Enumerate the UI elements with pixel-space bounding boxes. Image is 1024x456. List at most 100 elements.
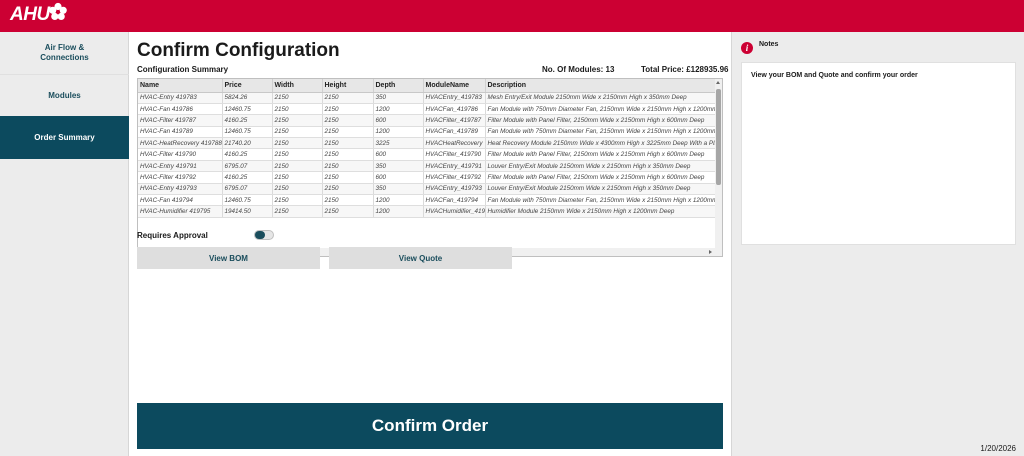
cell-name: HVAC-Entry 419783 <box>138 92 223 104</box>
cell-height: 2150 <box>322 171 374 184</box>
sidebar-item-label: Order Summary <box>34 132 95 142</box>
logo-text: AHU <box>10 4 50 25</box>
info-icon: i <box>741 42 753 54</box>
cell-module-name: HVACFan_419789 <box>423 126 486 139</box>
sidebar-item-order-summary[interactable]: Order Summary <box>0 116 129 159</box>
notes-box: View your BOM and Quote and confirm your… <box>741 62 1016 245</box>
cell-width: 2150 <box>272 137 323 150</box>
cell-description: Fan Module with 750mm Diameter Fan, 2150… <box>485 194 718 207</box>
table-row[interactable]: HVAC-Fan 419786 12460.75 2150 2150 1200 HVACF… <box>138 103 718 116</box>
sidebar-item-label: Air Flow & Connections <box>40 43 89 62</box>
table-row[interactable]: HVAC-Entry 419783 5824.26 2150 2150 350 HVACE… <box>138 92 718 104</box>
configuration-table: Name Price Width Height Depth ModuleName… <box>137 78 723 257</box>
date-label: 1/20/2026 <box>980 444 1016 453</box>
cell-width: 2150 <box>272 194 323 207</box>
notes-pane: i Notes View your BOM and Quote and conf… <box>731 32 1024 456</box>
cell-depth: 600 <box>373 171 424 184</box>
cell-module-name: HVACHumidifier_419795 <box>423 205 486 218</box>
cell-name: HVAC-Fan 419786 <box>138 103 223 116</box>
confirm-order-button[interactable]: Confirm Order <box>137 403 723 449</box>
cell-height: 2150 <box>322 137 374 150</box>
cell-depth: 1200 <box>373 194 424 207</box>
cell-module-name: HVACFan_419794 <box>423 194 486 207</box>
cell-description: Fan Module with 750mm Diameter Fan, 2150… <box>485 103 718 116</box>
sidebar-item-modules[interactable]: Modules <box>0 74 129 116</box>
sidebar-item-air-flow-connections[interactable]: Air Flow & Connections <box>0 32 129 74</box>
cell-name: HVAC-Filter 419790 <box>138 148 223 161</box>
flower-logo-icon <box>49 2 67 20</box>
cell-height: 2150 <box>322 183 374 196</box>
cell-module-name: HVACEntry_419791 <box>423 160 486 173</box>
cell-price: 12460.75 <box>222 126 273 139</box>
ahu-logo[interactable]: AHU <box>10 4 50 26</box>
table-row[interactable]: HVAC-Filter 419790 4160.25 2150 2150 600 HVAC… <box>138 148 718 161</box>
cell-name: HVAC-Filter 419787 <box>138 114 223 127</box>
cell-depth: 600 <box>373 148 424 161</box>
main-content: Confirm Configuration Configuration Summ… <box>130 32 730 456</box>
cell-name: HVAC-HeatRecovery 419788 <box>138 137 223 150</box>
scroll-up-arrow-icon[interactable] <box>716 81 720 84</box>
cell-module-name: HVACFan_419786 <box>423 103 486 116</box>
column-header-name[interactable]: Name <box>138 79 223 93</box>
cell-price: 4160.25 <box>222 148 273 161</box>
column-header-width[interactable]: Width <box>272 79 323 93</box>
page-title: Confirm Configuration <box>137 40 340 61</box>
cell-price: 12460.75 <box>222 194 273 207</box>
scroll-right-arrow-icon[interactable] <box>709 250 712 254</box>
cell-module-name: HVACHeatRecovery <box>423 137 486 150</box>
cell-depth: 600 <box>373 114 424 127</box>
column-header-module-name[interactable]: ModuleName <box>423 79 486 93</box>
configuration-summary-label: Configuration Summary <box>137 65 229 74</box>
column-header-description[interactable]: Description <box>485 79 718 93</box>
cell-depth: 1200 <box>373 103 424 116</box>
view-quote-button[interactable]: View Quote <box>329 247 512 269</box>
table-row[interactable]: HVAC-Fan 419794 12460.75 2150 2150 1200 HVACF… <box>138 194 718 207</box>
cell-width: 2150 <box>272 126 323 139</box>
cell-name: HVAC-Entry 419793 <box>138 183 223 196</box>
cell-module-name: HVACFilter_419792 <box>423 171 486 184</box>
cell-name: HVAC-Fan 419794 <box>138 194 223 207</box>
column-header-height[interactable]: Height <box>322 79 374 93</box>
table-row[interactable]: HVAC-Entry 419791 6795.07 2150 2150 350 HVACE… <box>138 160 718 173</box>
cell-price: 4160.25 <box>222 114 273 127</box>
cell-description: Filter Module with Panel Filter, 2150mm … <box>485 148 718 161</box>
cell-price: 5824.26 <box>222 92 273 104</box>
cell-price: 21740.20 <box>222 137 273 150</box>
cell-height: 2150 <box>322 126 374 139</box>
cell-description: Mesh Entry/Exit Module 2150mm Wide x 215… <box>485 92 718 104</box>
cell-depth: 350 <box>373 183 424 196</box>
cell-price: 19414.50 <box>222 205 273 218</box>
cell-height: 2150 <box>322 114 374 127</box>
cell-description: Humidifier Module 2150mm Wide x 2150mm H… <box>485 205 718 218</box>
cell-depth: 1200 <box>373 205 424 218</box>
cell-height: 2150 <box>322 148 374 161</box>
vertical-scroll-thumb[interactable] <box>716 89 721 185</box>
table-row[interactable]: HVAC-Filter 419792 4160.25 2150 2150 600 HVAC… <box>138 171 718 184</box>
cell-name: HVAC-Filter 419792 <box>138 171 223 184</box>
cell-name: HVAC-Fan 419789 <box>138 126 223 139</box>
cell-width: 2150 <box>272 92 323 104</box>
column-header-price[interactable]: Price <box>222 79 273 93</box>
vertical-scrollbar[interactable] <box>715 79 722 256</box>
table-row[interactable]: HVAC-Humidifier 419795 19414.50 2150 2150 12… <box>138 205 718 218</box>
cell-width: 2150 <box>272 171 323 184</box>
view-bom-button[interactable]: View BOM <box>137 247 320 269</box>
cell-name: HVAC-Entry 419791 <box>138 160 223 173</box>
cell-module-name: HVACEntry_419793 <box>423 183 486 196</box>
app-header: AHU <box>0 0 1024 32</box>
notes-title: Notes <box>759 41 779 48</box>
table-row[interactable]: HVAC-Entry 419793 6795.07 2150 2150 350 HVACE… <box>138 183 718 196</box>
cell-width: 2150 <box>272 205 323 218</box>
cell-width: 2150 <box>272 103 323 116</box>
table-row[interactable]: HVAC-Filter 419787 4160.25 2150 2150 600 HVAC… <box>138 114 718 127</box>
cell-width: 2150 <box>272 114 323 127</box>
column-header-depth[interactable]: Depth <box>373 79 424 93</box>
cell-width: 2150 <box>272 183 323 196</box>
table-row[interactable]: HVAC-HeatRecovery 419788 21740.20 2150 2150… <box>138 137 718 150</box>
cell-price: 12460.75 <box>222 103 273 116</box>
cell-height: 2150 <box>322 160 374 173</box>
cell-depth: 350 <box>373 92 424 104</box>
requires-approval-toggle[interactable] <box>254 230 274 240</box>
table-row[interactable]: HVAC-Fan 419789 12460.75 2150 2150 1200 HVACF… <box>138 126 718 139</box>
cell-height: 2150 <box>322 103 374 116</box>
